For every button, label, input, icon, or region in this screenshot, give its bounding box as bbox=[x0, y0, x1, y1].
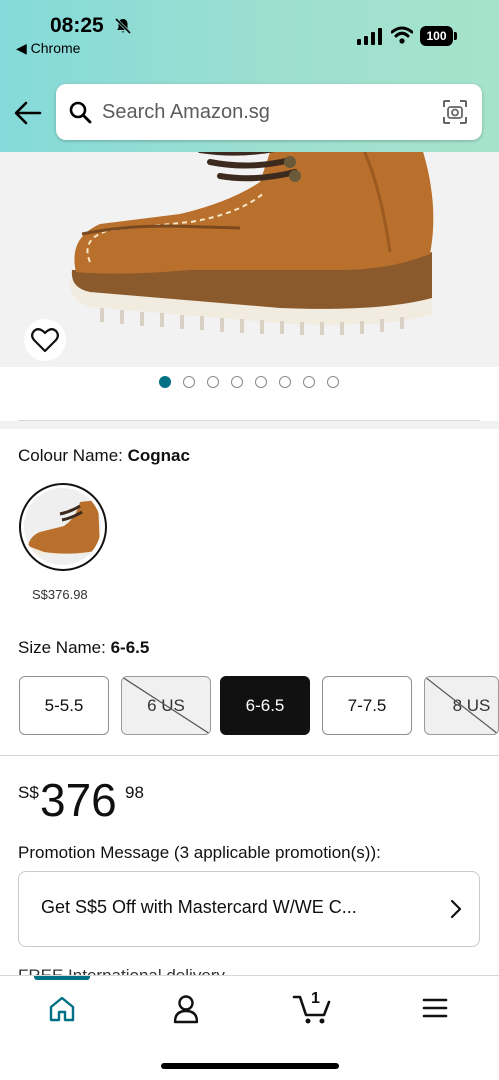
unavailable-strike bbox=[425, 677, 498, 734]
back-arrow-icon[interactable] bbox=[14, 100, 42, 126]
product-image[interactable] bbox=[0, 152, 499, 367]
wishlist-button[interactable] bbox=[24, 319, 66, 361]
search-icon bbox=[69, 101, 92, 124]
promotion-offer-text: Get S$5 Off with Mastercard W/WE C... bbox=[41, 897, 357, 917]
promotion-card[interactable]: Get S$5 Off with Mastercard W/WE C... bbox=[18, 871, 480, 947]
price-fraction: 98 bbox=[125, 783, 144, 802]
battery-level: 100 bbox=[420, 26, 453, 46]
carousel-dot[interactable] bbox=[255, 376, 267, 388]
cellular-signal-icon bbox=[357, 28, 382, 45]
battery-indicator: 100 bbox=[420, 26, 457, 46]
promotion-heading: Promotion Message (3 applicable promotio… bbox=[18, 843, 381, 862]
camera-search-icon[interactable] bbox=[442, 99, 468, 125]
size-option[interactable]: 6-6.5 bbox=[220, 676, 310, 735]
size-option[interactable]: 5-5.5 bbox=[19, 676, 109, 735]
status-time: 08:25 bbox=[50, 14, 104, 37]
cart-count-badge: 1 bbox=[311, 990, 320, 1007]
carousel-dot[interactable] bbox=[303, 376, 315, 388]
carousel-dot[interactable] bbox=[231, 376, 243, 388]
carousel-dot[interactable] bbox=[327, 376, 339, 388]
wifi-icon bbox=[391, 26, 413, 44]
chevron-right-icon bbox=[450, 899, 462, 919]
colour-name-label: Colour Name: Cognac bbox=[18, 446, 190, 465]
size-option-label: 6-6.5 bbox=[245, 695, 285, 715]
colour-swatch-cognac[interactable] bbox=[19, 483, 107, 571]
heart-icon bbox=[31, 328, 59, 353]
price-whole: 376 bbox=[40, 774, 117, 826]
size-option-label: 5-5.5 bbox=[44, 695, 84, 715]
section-divider bbox=[0, 421, 499, 429]
size-option-label: 7-7.5 bbox=[347, 695, 387, 715]
size-option[interactable]: 6 US bbox=[121, 676, 211, 735]
colour-value: Cognac bbox=[127, 446, 190, 465]
carousel-dot[interactable] bbox=[183, 376, 195, 388]
divider bbox=[0, 755, 499, 756]
account-icon[interactable] bbox=[172, 994, 200, 1024]
size-option[interactable]: 7-7.5 bbox=[322, 676, 412, 735]
home-icon[interactable] bbox=[48, 995, 76, 1023]
app-header: 08:25 ◀ Chrome 100 bbox=[0, 0, 499, 152]
price-currency: S$ bbox=[18, 783, 39, 802]
home-indicator-bar[interactable] bbox=[161, 1063, 339, 1069]
silent-bell-icon bbox=[114, 17, 132, 35]
boot-image bbox=[69, 152, 434, 335]
carousel-dot[interactable] bbox=[159, 376, 171, 388]
size-name-label: Size Name: 6-6.5 bbox=[18, 638, 150, 657]
swatch-boot-thumbnail bbox=[28, 500, 100, 555]
active-tab-indicator bbox=[34, 976, 90, 980]
swatch-price: S$376.98 bbox=[32, 587, 88, 602]
carousel-dot[interactable] bbox=[207, 376, 219, 388]
back-to-chrome-link[interactable]: ◀ Chrome bbox=[16, 40, 80, 57]
unavailable-strike bbox=[122, 677, 210, 734]
carousel-pagination[interactable] bbox=[159, 376, 339, 388]
search-bar[interactable] bbox=[56, 84, 482, 140]
menu-icon[interactable] bbox=[422, 996, 448, 1020]
size-value: 6-6.5 bbox=[110, 638, 150, 657]
search-input[interactable] bbox=[102, 98, 422, 126]
size-option[interactable]: 8 US bbox=[424, 676, 499, 735]
carousel-dot[interactable] bbox=[279, 376, 291, 388]
